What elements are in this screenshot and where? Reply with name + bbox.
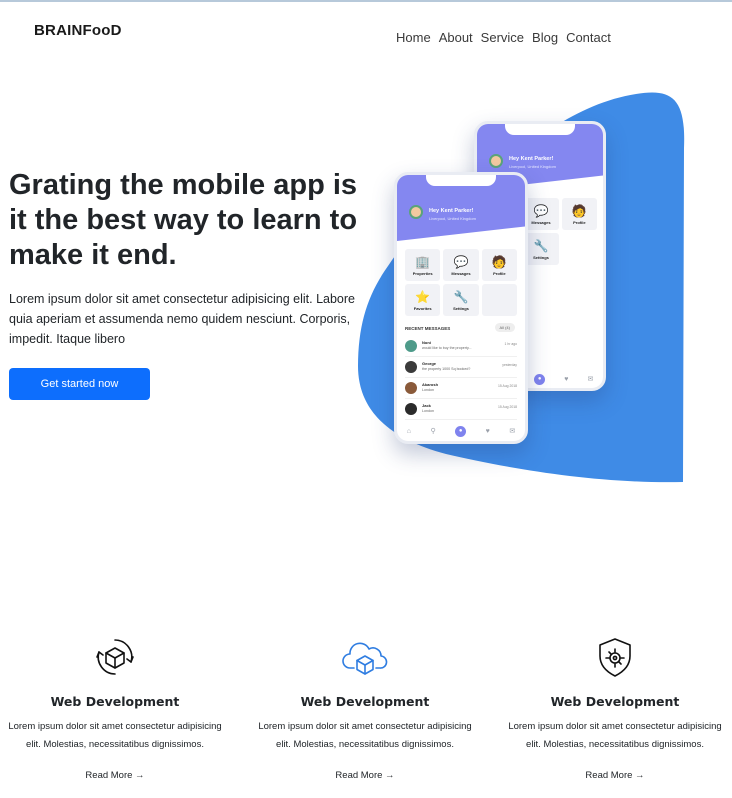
tile-messages: 💬 Messages [443,249,479,281]
feature-card-3: Web Development Lorem ipsum dolor sit am… [500,634,730,783]
feature-text: Lorem ipsum dolor sit amet consectetur a… [8,721,222,750]
heart-icon: ♥ [485,427,490,435]
read-more-link[interactable]: Read More → [585,770,644,781]
chat-icon: 💬 [453,254,469,269]
tile-favorites: ⭐ Favorites [405,284,441,316]
nav-home[interactable]: Home [396,30,431,45]
nav-about[interactable]: About [439,30,473,45]
feature-text: Lorem ipsum dolor sit amet consectetur a… [508,721,722,750]
phone-location: Liverpool, United Kingdom [429,216,476,221]
building-icon: 🏢 [415,254,431,269]
phone-tab-bar: ⌂ ⚲ ● ♥ ✉ [397,421,525,441]
tile-profile: 🧑 Profile [481,249,517,281]
shield-gear-icon [599,638,631,677]
feature-card-1: Web Development Lorem ipsum dolor sit am… [0,634,230,783]
brand-logo[interactable]: BRAINFooD [34,22,122,39]
message-row: Noni would like to buy the property... 1 h… [405,337,517,357]
nav-service[interactable]: Service [481,30,524,45]
message-row: Akarosh London 15 Aug 2018 [405,379,517,399]
message-row: Jack London 15 Aug 2018 [405,400,517,420]
nav-blog[interactable]: Blog [532,30,558,45]
phone-tile-grid: 🏢 Properties 💬 Messages 🧑 Profile ⭐ Favorite… [405,249,517,316]
tile-empty [481,284,517,316]
nav-contact[interactable]: Contact [566,30,611,45]
phone-avatar [409,205,423,219]
search-icon: ⚲ [430,428,436,435]
phone-back-location: Liverpool, United Kingdom [509,164,556,169]
star-icon: ⭐ [415,289,431,304]
read-more-link[interactable]: Read More → [335,770,394,781]
get-started-button[interactable]: Get started now [9,368,150,400]
feature-text: Lorem ipsum dolor sit amet consectetur a… [258,721,472,750]
feature-title: Web Development [50,694,180,709]
mail-icon: ✉ [509,428,516,435]
messages-badge: All (4) [494,323,515,332]
tile-settings: 🔧 Settings [443,284,479,316]
phone-greeting: Hey Kent Parker! [429,208,474,214]
phone-mockup-front: Hey Kent Parker! Liverpool, United Kingd… [394,172,528,444]
phone-back-greeting: Hey Kent Parker! [509,156,554,162]
cloud-cube-icon [342,642,388,675]
cube-cycle-icon [96,639,134,675]
hero-description: Lorem ipsum dolor sit amet consectetur a… [9,292,356,346]
feature-title: Web Development [550,694,680,709]
feature-title: Web Development [300,694,430,709]
main-nav: Home About Service Blog Contact [396,30,619,45]
home-icon: ⌂ [406,427,411,435]
person-icon: 🧑 [491,254,507,269]
hero-illustration: Hey Kent Parker! Liverpool, United Kingd… [356,88,688,484]
hero-title: Grating the mobile app is it the best wa… [9,169,358,271]
top-border [0,0,732,2]
messages-heading: RECENT MESSAGES [405,326,451,331]
read-more-link[interactable]: Read More → [85,770,144,781]
tile-properties: 🏢 Properties [405,249,441,281]
feature-card-2: Web Development Lorem ipsum dolor sit am… [250,634,480,783]
tools-icon: 🔧 [453,289,469,304]
user-icon: ● [455,425,467,437]
message-row: George the property 1000 Sq booked? yester… [405,358,517,378]
